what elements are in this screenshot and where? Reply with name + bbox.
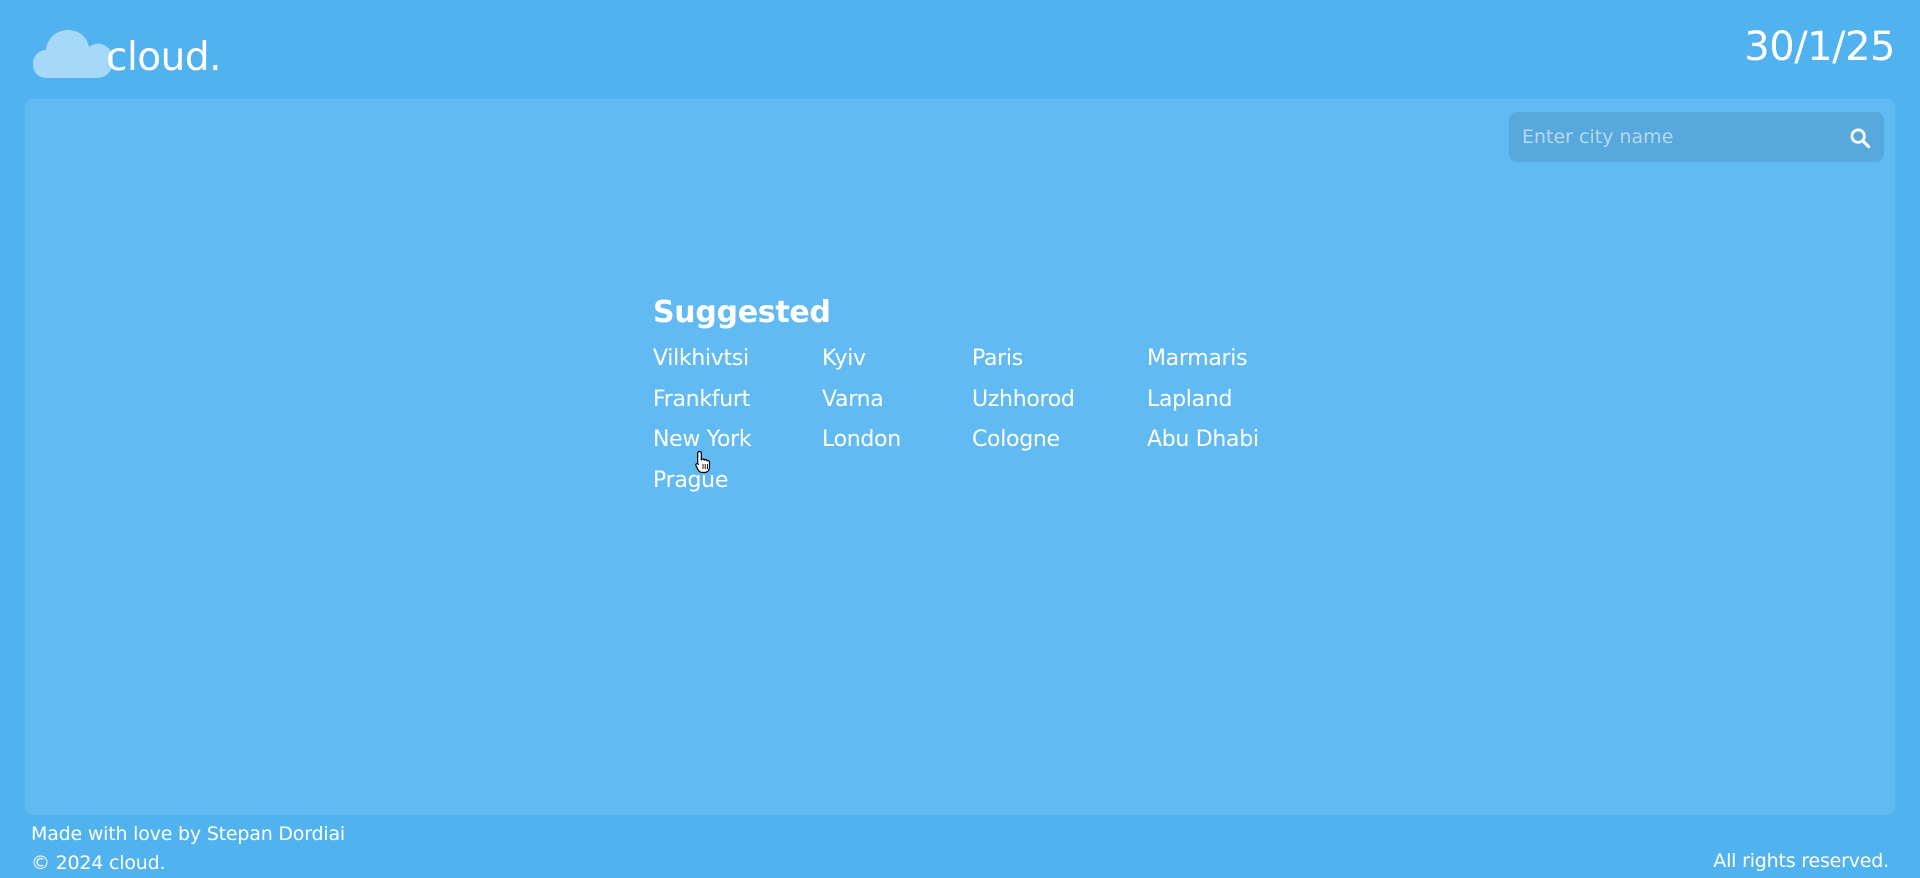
city-link-lapland[interactable]: Lapland: [1147, 386, 1287, 427]
city-link-kyiv[interactable]: Kyiv: [822, 345, 972, 386]
city-link-uzhhorod[interactable]: Uzhhorod: [972, 386, 1147, 427]
search-bar: [1509, 112, 1884, 162]
city-link-new-york[interactable]: New York: [653, 426, 822, 467]
suggested-title: Suggested: [653, 295, 831, 330]
logo[interactable]: cloud.: [33, 20, 233, 86]
city-link-cologne[interactable]: Cologne: [972, 426, 1147, 467]
city-link-london[interactable]: London: [822, 426, 972, 467]
city-link-abu-dhabi[interactable]: Abu Dhabi: [1147, 426, 1287, 467]
brand-name: cloud.: [106, 35, 222, 80]
header: cloud. 30/1/25: [0, 0, 1920, 99]
search-input[interactable]: [1509, 112, 1829, 162]
hand-pointer-icon: [695, 450, 711, 474]
city-link-frankfurt[interactable]: Frankfurt: [653, 386, 822, 427]
footer-left: Made with love by Stepan Dordiai © 2024 …: [31, 820, 345, 878]
search-icon[interactable]: [1849, 127, 1871, 149]
city-link-marmaris[interactable]: Marmaris: [1147, 345, 1287, 386]
city-link-paris[interactable]: Paris: [972, 345, 1147, 386]
cloud-icon: [33, 30, 114, 78]
city-grid: Vilkhivtsi Kyiv Paris Marmaris Frankfurt…: [653, 345, 1287, 507]
main-panel: Suggested Vilkhivtsi Kyiv Paris Marmaris…: [25, 99, 1895, 815]
footer-rights: All rights reserved.: [1713, 850, 1889, 872]
current-date: 30/1/25: [1744, 24, 1895, 70]
footer-credit: Made with love by Stepan Dordiai: [31, 823, 345, 845]
city-link-prague[interactable]: Prague: [653, 467, 822, 508]
city-link-vilkhivtsi[interactable]: Vilkhivtsi: [653, 345, 822, 386]
city-link-varna[interactable]: Varna: [822, 386, 972, 427]
suggested-section: Suggested Vilkhivtsi Kyiv Paris Marmaris…: [653, 298, 1287, 507]
